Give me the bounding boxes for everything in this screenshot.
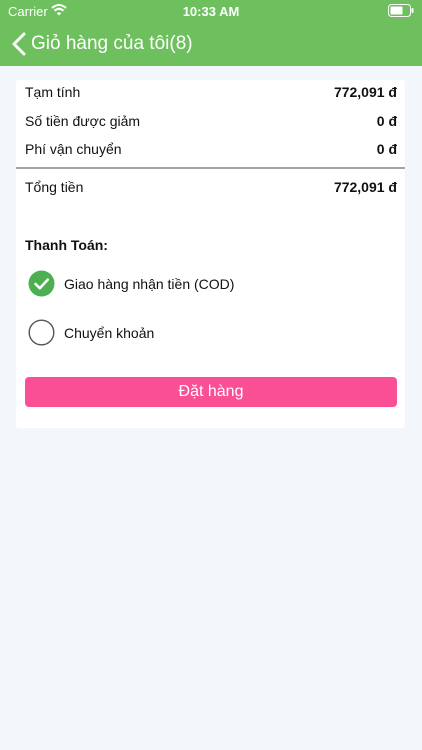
nav-bar: Giỏ hàng của tôi(8) <box>0 22 422 66</box>
radio-checked-icon[interactable] <box>28 270 55 297</box>
battery-icon <box>388 4 414 20</box>
discount-label: Số tiền được giảm <box>25 113 141 129</box>
shipping-label: Phí vận chuyển <box>25 141 122 157</box>
discount-row: Số tiền được giảm 0 đ <box>25 109 397 133</box>
order-summary-card: Tạm tính 772,091 đ Số tiền được giảm 0 đ… <box>16 80 405 428</box>
shipping-row: Phí vận chuyển 0 đ <box>25 137 397 161</box>
discount-value: 0 đ <box>376 113 397 129</box>
summary-divider <box>16 167 405 169</box>
clock: 10:33 AM <box>182 4 240 19</box>
subtotal-label: Tạm tính <box>25 84 81 100</box>
payment-option-label: Chuyển khoản <box>64 325 155 341</box>
total-value: 772,091 đ <box>333 179 397 195</box>
page-title: Giỏ hàng của tôi(8) <box>31 33 193 54</box>
payment-option-transfer[interactable]: Chuyển khoản <box>28 319 328 349</box>
payment-option-label: Giao hàng nhận tiền (COD) <box>64 276 235 292</box>
subtotal-value: 772,091 đ <box>333 84 397 100</box>
status-bar: Carrier 10:33 AM <box>0 0 422 22</box>
total-label: Tổng tiền <box>25 179 84 195</box>
radio-unchecked-icon[interactable] <box>28 319 55 346</box>
back-chevron-icon[interactable] <box>10 31 28 57</box>
payment-title: Thanh Toán: <box>25 237 108 253</box>
subtotal-row: Tạm tính 772,091 đ <box>25 80 397 104</box>
place-order-button[interactable]: Đặt hàng <box>25 377 397 407</box>
total-row: Tổng tiền 772,091 đ <box>25 175 397 199</box>
shipping-value: 0 đ <box>376 141 397 157</box>
payment-option-cod[interactable]: Giao hàng nhận tiền (COD) <box>28 270 328 300</box>
